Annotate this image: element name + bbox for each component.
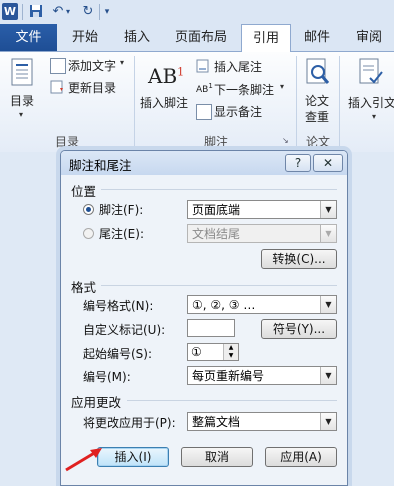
- tab-page-layout[interactable]: 页面布局: [166, 24, 236, 51]
- table-of-contents-icon[interactable]: [10, 58, 38, 86]
- section-apply-changes: 应用更改: [71, 395, 122, 410]
- insert-footnote-button[interactable]: 插入脚注: [140, 94, 188, 111]
- chevron-down-icon: ▼: [320, 225, 336, 242]
- chevron-down-icon: ▼: [320, 296, 336, 313]
- section-divider: [101, 189, 337, 190]
- undo-dropdown-icon[interactable]: ▾: [64, 4, 72, 20]
- section-format: 格式: [71, 280, 97, 295]
- section-location: 位置: [71, 184, 97, 199]
- numbering-label: 编号(M):: [83, 370, 131, 384]
- apply-to-select[interactable]: 整篇文档 ▼: [187, 412, 337, 431]
- chevron-down-icon: ▼: [320, 367, 336, 384]
- help-button[interactable]: ?: [285, 154, 311, 172]
- group-label-toc: 目录: [54, 135, 79, 149]
- word-app-icon: W: [2, 3, 18, 20]
- toc-dropdown-icon[interactable]: ▾: [19, 110, 23, 119]
- footnote-dialog-launcher-icon[interactable]: ↘: [282, 136, 289, 145]
- number-format-label: 编号格式(N):: [83, 299, 154, 313]
- numbering-value: 每页重新编号: [192, 369, 265, 383]
- toc-button-label[interactable]: 目录: [10, 92, 34, 109]
- add-text-button[interactable]: 添加文字: [68, 57, 116, 74]
- endnote-location-value: 文档结尾: [192, 227, 241, 241]
- tab-review[interactable]: 审阅: [346, 24, 392, 51]
- dialog-title: 脚注和尾注: [69, 158, 132, 173]
- paper-check-label-2[interactable]: 查重: [305, 108, 329, 125]
- group-separator: [339, 56, 340, 148]
- group-separator: [134, 56, 135, 148]
- insert-endnote-button[interactable]: 插入尾注: [214, 58, 262, 75]
- start-at-label: 起始编号(S):: [83, 347, 153, 361]
- insert-citation-dropdown-icon[interactable]: ▾: [372, 112, 376, 121]
- footnote-label: 脚注(F):: [99, 203, 144, 217]
- group-label-footnotes: 脚注: [203, 135, 228, 149]
- footnote-location-select[interactable]: 页面底端 ▼: [187, 200, 337, 219]
- apply-to-label: 将更改应用于(P):: [83, 416, 176, 430]
- next-footnote-button[interactable]: 下一条脚注: [214, 81, 274, 98]
- group-label-research: 论文: [305, 135, 330, 149]
- customize-qat-icon[interactable]: ▾: [102, 4, 112, 20]
- show-notes-icon: [196, 104, 212, 120]
- convert-button[interactable]: 转换(C)...: [261, 249, 337, 269]
- chevron-down-icon: ▼: [320, 413, 336, 430]
- section-divider: [127, 400, 337, 401]
- tab-insert[interactable]: 插入: [114, 24, 160, 51]
- section-divider: [101, 285, 337, 286]
- paper-check-icon[interactable]: [304, 58, 332, 88]
- tab-home[interactable]: 开始: [62, 24, 108, 51]
- number-format-select[interactable]: ①, ②, ③ … ▼: [187, 295, 337, 314]
- start-at-value: ①: [191, 345, 202, 359]
- qat-separator: [99, 4, 100, 20]
- tab-references[interactable]: 引用: [241, 24, 291, 52]
- chevron-down-icon: ▼: [320, 201, 336, 218]
- add-text-icon: [50, 58, 66, 74]
- spin-up-icon[interactable]: ▲: [223, 344, 238, 352]
- spin-down-icon[interactable]: ▼: [223, 352, 238, 360]
- paper-check-label-1[interactable]: 论文: [305, 92, 329, 109]
- dialog-titlebar[interactable]: 脚注和尾注 ? ✕: [61, 151, 347, 175]
- next-footnote-icon: AB1: [196, 82, 213, 95]
- insert-endnote-icon: [196, 59, 210, 73]
- close-button[interactable]: ✕: [313, 154, 343, 172]
- insert-citation-button[interactable]: 插入引文: [348, 94, 394, 111]
- save-icon[interactable]: [28, 4, 44, 20]
- ribbon-tabs: 文件 开始 插入 页面布局 引用 邮件 审阅: [0, 24, 394, 52]
- endnote-label: 尾注(E):: [99, 227, 144, 241]
- custom-mark-label: 自定义标记(U):: [83, 323, 166, 337]
- custom-mark-input[interactable]: [187, 319, 235, 337]
- insert-citation-icon[interactable]: [358, 58, 384, 88]
- group-separator: [296, 56, 297, 148]
- numbering-select[interactable]: 每页重新编号 ▼: [187, 366, 337, 385]
- tab-file[interactable]: 文件: [0, 24, 57, 51]
- add-text-dropdown-icon[interactable]: ▾: [120, 58, 124, 67]
- quick-access-toolbar: W ↶ ▾ ↻ ▾: [0, 0, 394, 24]
- insert-footnote-icon[interactable]: AB1: [148, 64, 184, 88]
- qat-separator: [22, 4, 23, 20]
- number-format-value: ①, ②, ③ …: [192, 298, 256, 312]
- update-toc-icon: [50, 80, 64, 94]
- tab-mailings[interactable]: 邮件: [294, 24, 340, 51]
- apply-to-value: 整篇文档: [192, 415, 241, 429]
- footnote-endnote-dialog: 脚注和尾注 ? ✕ 位置 脚注(F): 页面底端 ▼ 尾注(E): 文档结尾 ▼…: [60, 150, 348, 486]
- annotation-arrow-icon: [65, 448, 102, 472]
- redo-icon[interactable]: ↻: [80, 4, 96, 20]
- next-footnote-dropdown-icon[interactable]: ▾: [280, 82, 284, 91]
- cancel-button[interactable]: 取消: [181, 447, 253, 467]
- endnote-radio[interactable]: [83, 228, 94, 239]
- footnote-radio[interactable]: [83, 204, 94, 215]
- footnote-location-value: 页面底端: [192, 203, 241, 217]
- symbol-button[interactable]: 符号(Y)...: [261, 319, 337, 339]
- update-toc-button[interactable]: 更新目录: [68, 79, 116, 96]
- apply-button[interactable]: 应用(A): [265, 447, 337, 467]
- ribbon-panel: 目录 ▾ 添加文字 ▾ 更新目录 目录 AB1 插入脚注 插入尾注 AB1 下一…: [0, 52, 394, 152]
- endnote-location-select[interactable]: 文档结尾 ▼: [187, 224, 337, 243]
- show-notes-button[interactable]: 显示备注: [214, 103, 262, 120]
- start-at-spinner[interactable]: ① ▲ ▼: [187, 343, 239, 361]
